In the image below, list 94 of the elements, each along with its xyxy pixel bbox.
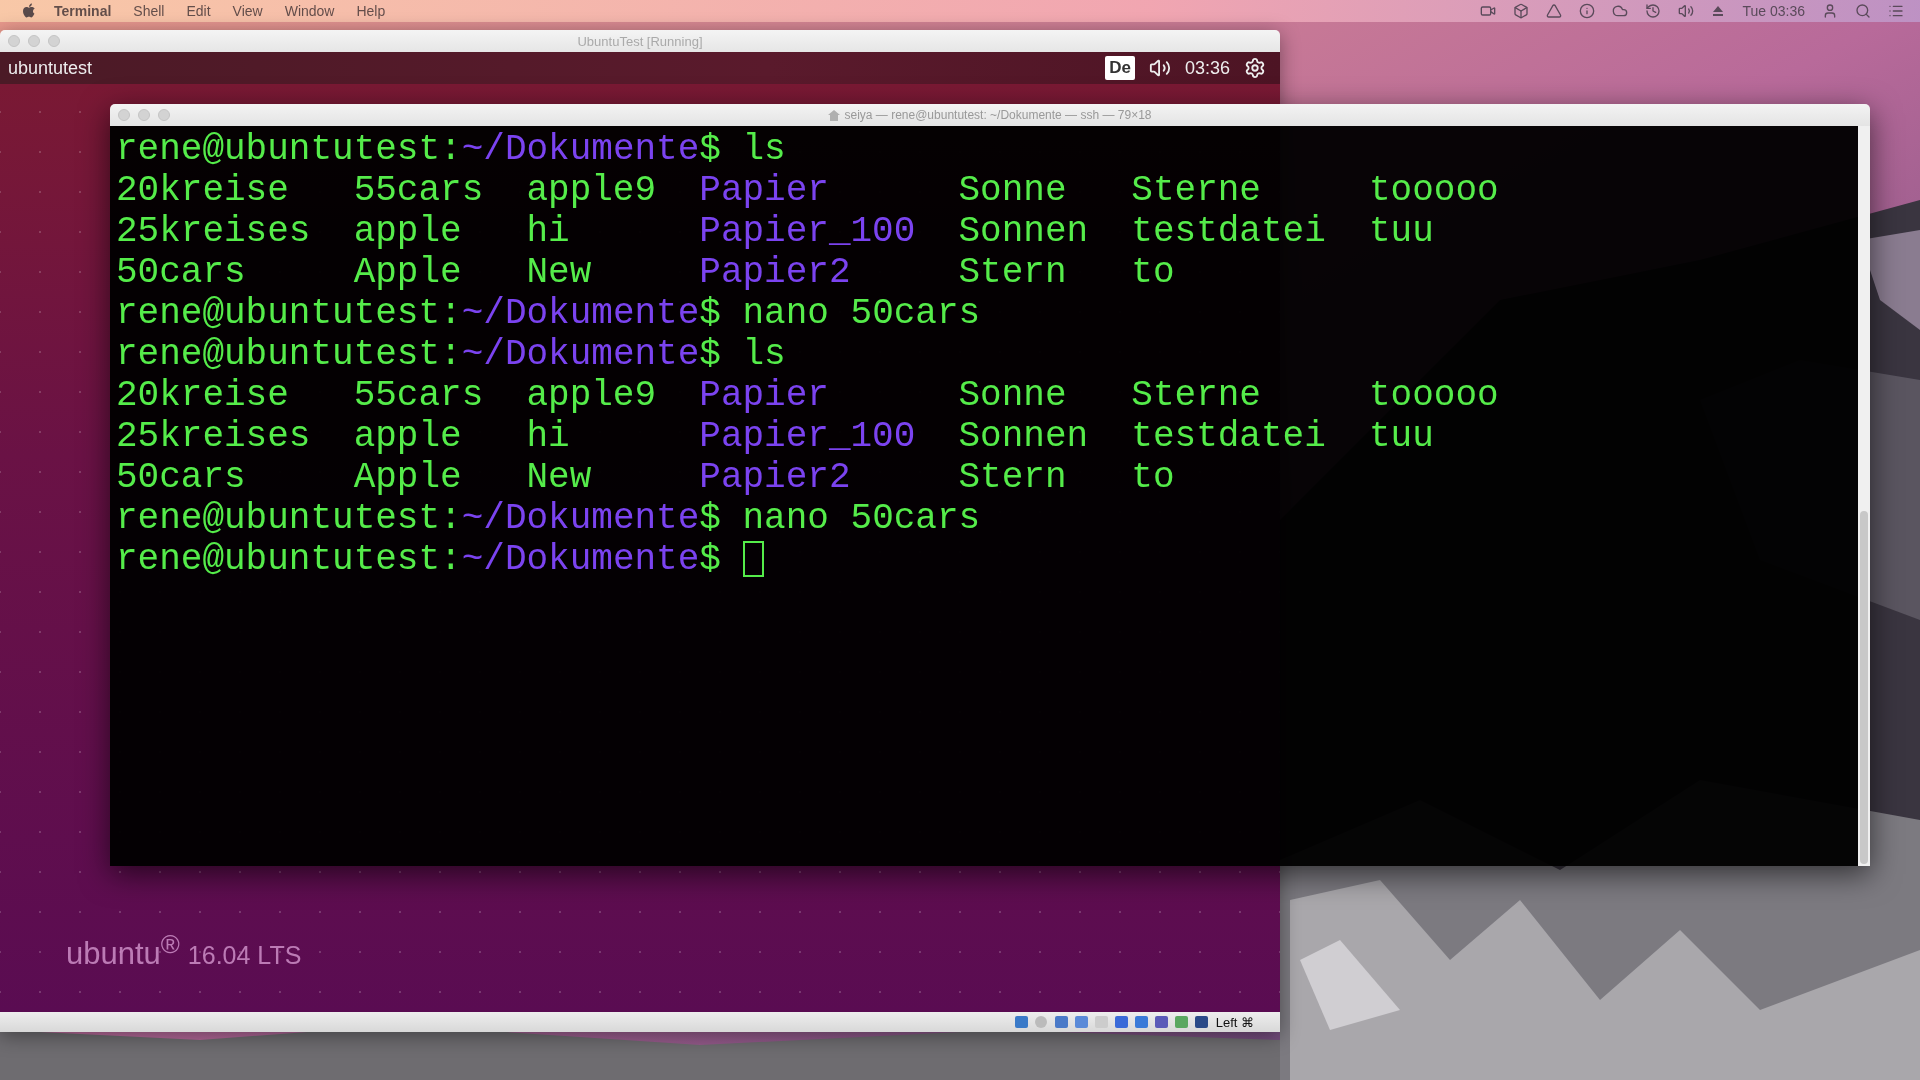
- prompt-symbol: $: [699, 539, 721, 580]
- file-name: Apple: [353, 252, 462, 293]
- command-text: ls: [742, 129, 786, 170]
- directory-name: Papier2: [699, 457, 851, 498]
- file-name: 55cars: [353, 170, 484, 211]
- file-name: tooooo: [1368, 170, 1499, 211]
- file-name: Sterne: [1131, 375, 1261, 416]
- file-name: 20kreise: [116, 170, 289, 211]
- file-name: New: [526, 252, 592, 293]
- file-name: hi: [526, 211, 570, 252]
- menu-item[interactable]: Shell: [133, 3, 165, 19]
- prompt-separator: :: [440, 334, 462, 375]
- list-icon[interactable]: [1888, 3, 1904, 19]
- prompt-user: rene@ubuntutest: [116, 293, 441, 334]
- menu-item[interactable]: Terminal: [54, 3, 112, 19]
- panel-clock[interactable]: 03:36: [1184, 57, 1230, 79]
- keyboard-layout-indicator[interactable]: De: [1105, 56, 1135, 80]
- file-name: 25kreises: [116, 211, 311, 252]
- prompt-path: ~/Dokumente: [461, 293, 700, 334]
- file-name: 50cars: [116, 457, 246, 498]
- file-name: Sonne: [958, 375, 1067, 416]
- file-name: apple: [353, 211, 462, 252]
- file-name: Sterne: [1131, 170, 1261, 211]
- prompt-separator: :: [440, 293, 462, 334]
- file-name: hi: [526, 416, 570, 457]
- menu-item[interactable]: Edit: [186, 3, 211, 19]
- brand-name: ubuntu$^{®}$: [66, 929, 180, 972]
- prompt-symbol: $: [699, 129, 721, 170]
- prompt-separator: :: [440, 539, 462, 580]
- file-name: 20kreise: [116, 375, 289, 416]
- file-name: Apple: [353, 457, 462, 498]
- prompt-symbol: $: [699, 334, 721, 375]
- settings-icon[interactable]: [1244, 57, 1266, 79]
- host-key-label: Left ⌘: [1215, 1014, 1254, 1030]
- directory-name: Papier2: [699, 252, 851, 293]
- terminal-title: seiya — rene@ubuntutest: ~/Dokumente — ssh — 79×18: [844, 108, 1152, 122]
- prompt-separator: :: [440, 129, 462, 170]
- volume-icon[interactable]: [1148, 57, 1171, 79]
- menubar-clock[interactable]: Tue 03:36: [1742, 3, 1805, 19]
- command-text: nano 50cars: [742, 498, 981, 539]
- info-icon[interactable]: [1579, 3, 1596, 19]
- triangle-icon[interactable]: [1546, 3, 1563, 19]
- file-name: apple: [353, 416, 462, 457]
- menu-item[interactable]: Help: [356, 3, 386, 19]
- prompt-symbol: $: [699, 498, 721, 539]
- file-name: Stern: [958, 457, 1067, 498]
- video-camera-icon[interactable]: [1480, 3, 1497, 19]
- user-icon[interactable]: [1822, 3, 1838, 19]
- directory-name: Papier_100: [699, 416, 916, 457]
- history-icon[interactable]: [1645, 3, 1662, 19]
- prompt-path: ~/Dokumente: [461, 539, 700, 580]
- menu-item[interactable]: View: [232, 3, 263, 19]
- prompt-path: ~/Dokumente: [461, 129, 700, 170]
- directory-name: Papier: [699, 170, 829, 211]
- eject-icon: [1711, 4, 1726, 18]
- file-name: 50cars: [116, 252, 246, 293]
- search-icon[interactable]: [1855, 3, 1871, 19]
- scrollbar-thumb[interactable]: [1860, 510, 1868, 864]
- directory-name: Papier: [699, 375, 829, 416]
- prompt-path: ~/Dokumente: [461, 498, 700, 539]
- box-icon[interactable]: [1513, 3, 1530, 19]
- file-name: Sonnen: [958, 416, 1089, 457]
- prompt-path: ~/Dokumente: [461, 334, 700, 375]
- file-name: Sonnen: [958, 211, 1089, 252]
- brand-version: 16.04 LTS: [187, 941, 302, 970]
- file-name: 25kreises: [116, 416, 311, 457]
- window-title: UbuntuTest [Running]: [577, 33, 703, 49]
- prompt-user: rene@ubuntutest: [116, 129, 441, 170]
- command-text: nano 50cars: [742, 293, 981, 334]
- file-name: testdatei: [1131, 416, 1326, 457]
- directory-name: Papier_100: [699, 211, 916, 252]
- prompt-user: rene@ubuntutest: [116, 498, 441, 539]
- file-name: Sonne: [958, 170, 1067, 211]
- prompt-symbol: $: [699, 293, 721, 334]
- command-text: ls: [742, 334, 786, 375]
- file-name: tooooo: [1368, 375, 1499, 416]
- apple-icon: [22, 3, 36, 19]
- file-name: testdatei: [1131, 211, 1326, 252]
- prompt-user: rene@ubuntutest: [116, 334, 441, 375]
- file-name: Stern: [958, 252, 1067, 293]
- menu-item[interactable]: Window: [284, 3, 335, 19]
- file-name: apple9: [526, 375, 657, 416]
- file-name: tuu: [1368, 211, 1434, 252]
- file-name: tuu: [1368, 416, 1434, 457]
- home-icon: [828, 109, 841, 121]
- file-name: apple9: [526, 170, 657, 211]
- hostname-label: ubuntutest: [8, 57, 93, 79]
- file-name: to: [1131, 457, 1175, 498]
- file-name: New: [526, 457, 592, 498]
- prompt-separator: :: [440, 498, 462, 539]
- prompt-user: rene@ubuntutest: [116, 539, 441, 580]
- file-name: to: [1131, 252, 1175, 293]
- cloud-icon[interactable]: [1612, 3, 1629, 19]
- file-name: 55cars: [353, 375, 484, 416]
